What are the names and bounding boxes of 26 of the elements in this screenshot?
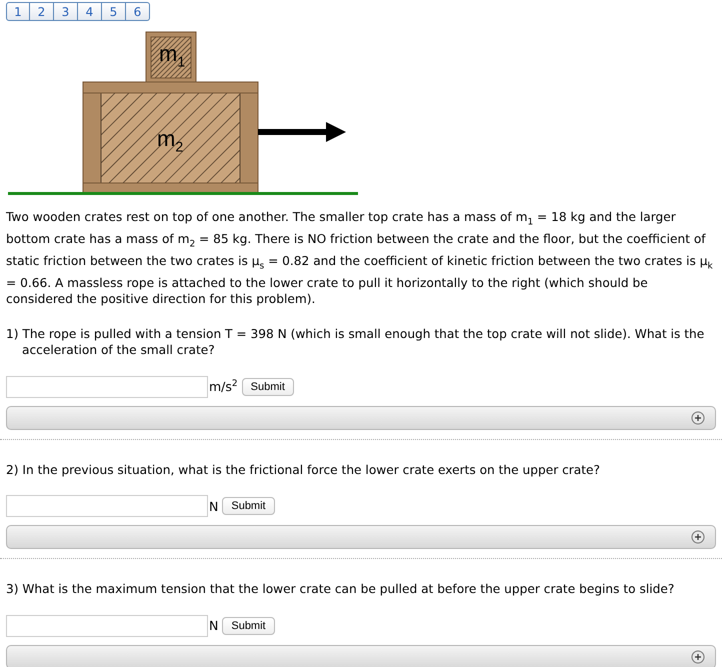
unit-label: N [209, 618, 218, 634]
page-tab[interactable]: 4 [78, 2, 102, 21]
page-tab[interactable]: 1 [6, 2, 30, 21]
answer-field[interactable] [6, 495, 208, 518]
question-text: 1) The rope is pulled with a tension T = 398 N (which is small enough that the top crate will not slide). What is the acceleration of the small crate? [6, 326, 706, 359]
question-text: 3) What is the maximum tension that the lower crate can be pulled at before the upper crate begins to slide? [6, 581, 676, 598]
expand-bar[interactable] [6, 644, 716, 667]
answer-field[interactable] [6, 376, 208, 398]
answer-field[interactable] [6, 614, 208, 637]
unit-label: m/s$^{2}$ [209, 379, 238, 394]
unit-label: N [209, 498, 218, 514]
page-tab[interactable]: 3 [54, 2, 78, 21]
expand-bar[interactable] [6, 406, 716, 430]
question-text: 2) In the previous situation, what is the frictional force the lower crate exerts on the upper crate? [6, 462, 602, 478]
plus-icon [691, 650, 705, 664]
mass-label: m$_{1}$ [159, 43, 186, 68]
page-tab[interactable]: 6 [126, 2, 150, 21]
page-tab[interactable]: 5 [102, 2, 126, 21]
expand-bar[interactable] [6, 525, 716, 550]
plus-icon [691, 410, 705, 425]
submit-button[interactable]: Submit [222, 616, 275, 635]
problem-text: Two wooden crates rest on top of one another. The smaller top crate has a mass of m$_{1}$ = 18 kg and the larger bottom crate has a mass of m$_{2}$ = 85 kg. There is NO friction between the crate and the floor, but the coefficient of static friction between the two crates is μ$_{s}$ = 0.82 and the coefficient of kinetic friction between the two crates is μ$_{k}$ = 0.66. A massless rope is attached to the lower crate to pull it horizontally to the right (which should be considered the positive direction for this problem). [6, 209, 714, 308]
page-tab[interactable]: 2 [30, 2, 54, 21]
plus-icon [691, 530, 705, 544]
submit-button[interactable]: Submit [222, 497, 275, 516]
submit-button[interactable]: Submit [242, 378, 294, 396]
